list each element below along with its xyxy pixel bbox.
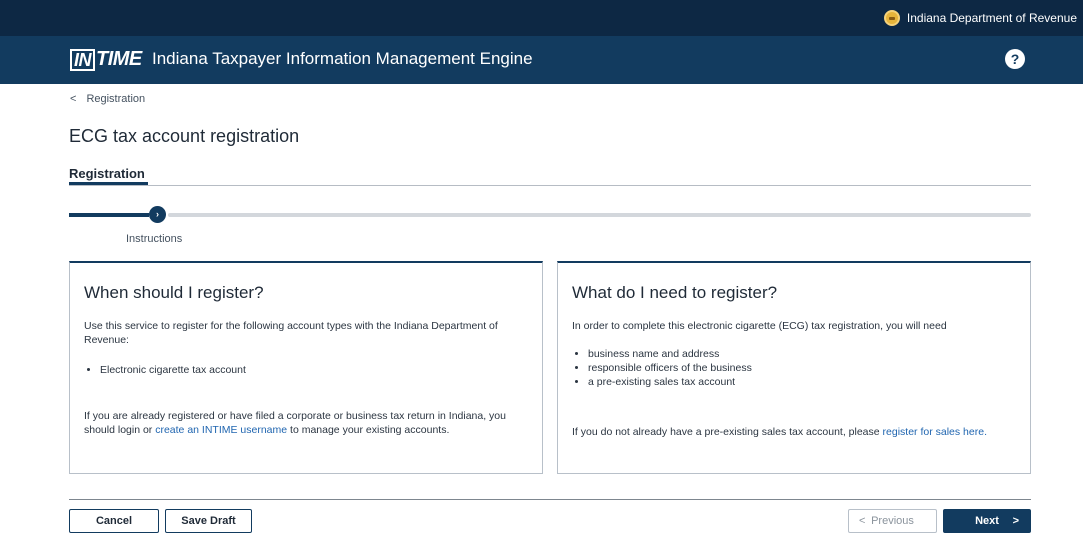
list-item: responsible officers of the business: [588, 361, 752, 375]
chevron-right-icon: >: [1012, 515, 1019, 527]
top-bar: Indiana Department of Revenue: [0, 0, 1083, 36]
breadcrumb-label: Registration: [86, 93, 146, 105]
requirements-list: business name and address responsible of…: [588, 347, 752, 389]
next-button[interactable]: Next >: [943, 509, 1031, 533]
create-username-link[interactable]: create an INTIME username: [155, 424, 287, 436]
previous-button[interactable]: < Previous: [848, 509, 937, 533]
list-item: business name and address: [588, 347, 752, 361]
register-for-sales-link[interactable]: register for sales here.: [883, 426, 987, 438]
card-intro: Use this service to register for the fol…: [84, 320, 498, 346]
agency-link[interactable]: Indiana Department of Revenue: [883, 10, 1077, 26]
app-title: Indiana Taxpayer Information Management …: [152, 49, 533, 68]
chevron-left-icon: <: [859, 515, 866, 527]
app-header: IN TIME Indiana Taxpayer Information Mana…: [0, 36, 1083, 84]
tab-divider: [69, 185, 1031, 186]
card-intro: In order to complete this electronic cig…: [572, 320, 947, 332]
logo-time: TIME: [96, 48, 142, 70]
page-title: ECG tax account registration: [69, 126, 300, 146]
state-seal-icon: [883, 10, 900, 26]
card-outro: If you are already registered or have fi…: [84, 409, 534, 437]
what-needed-card: What do I need to register? In order to …: [557, 261, 1031, 474]
save-draft-button[interactable]: Save Draft: [165, 509, 252, 533]
agency-name: Indiana Department of Revenue: [906, 11, 1077, 25]
step-label-instructions: Instructions: [126, 233, 183, 245]
list-item: Electronic cigarette tax account: [100, 363, 246, 377]
when-to-register-card: When should I register? Use this service…: [69, 261, 543, 474]
previous-label: Previous: [871, 515, 914, 527]
account-type-list: Electronic cigarette tax account: [100, 363, 246, 377]
card-heading: What do I need to register?: [572, 283, 778, 302]
tab-registration[interactable]: Registration: [69, 166, 145, 181]
step-current-icon[interactable]: ›: [149, 206, 166, 223]
stepper-track: [168, 213, 1031, 217]
intime-logo[interactable]: IN TIME: [70, 48, 142, 71]
breadcrumb[interactable]: < Registration: [70, 93, 145, 105]
card-heading: When should I register?: [84, 283, 264, 302]
list-item: a pre-existing sales tax account: [588, 375, 752, 389]
next-label: Next: [975, 515, 999, 527]
outro-text-end: to manage your existing accounts.: [287, 424, 450, 436]
back-chevron-icon: <: [70, 93, 77, 105]
help-icon[interactable]: ?: [1005, 49, 1025, 69]
stepper-progress: [69, 213, 149, 217]
cancel-button[interactable]: Cancel: [69, 509, 159, 533]
logo-in: IN: [70, 48, 95, 71]
footer-divider: [69, 499, 1031, 500]
outro-text: If you do not already have a pre-existin…: [572, 426, 883, 438]
card-outro: If you do not already have a pre-existin…: [572, 425, 1022, 439]
